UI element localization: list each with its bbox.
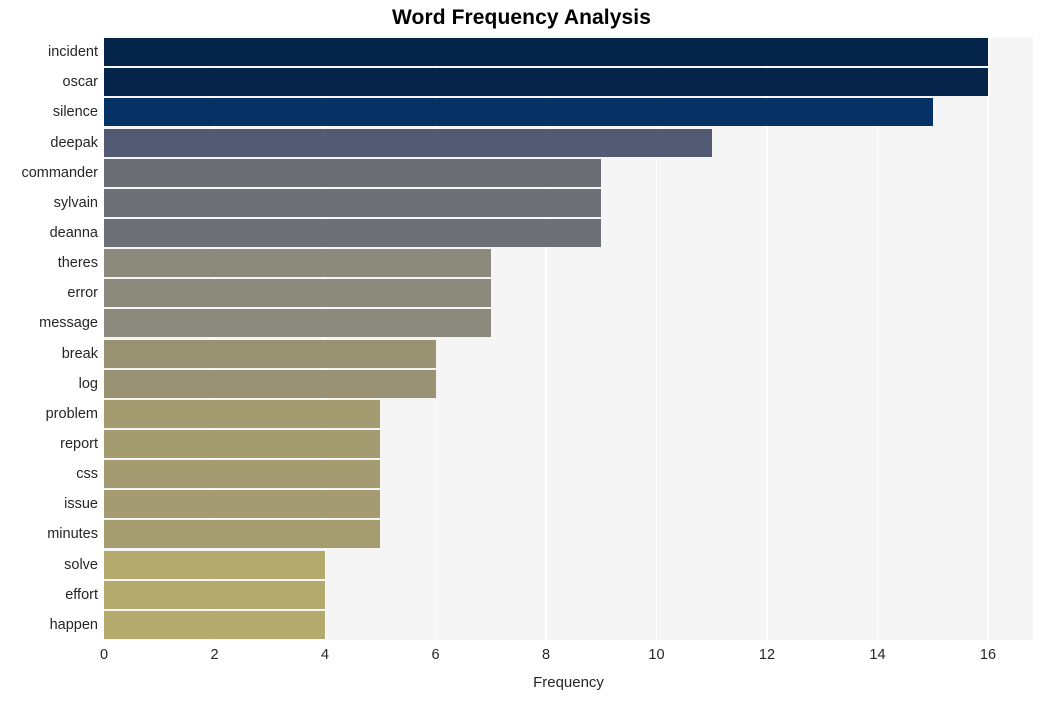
gridline-vertical [213, 37, 216, 640]
x-axis: 0 2 4 6 8 10 12 14 16 [0, 640, 1043, 670]
bar-row [104, 309, 1033, 338]
bar-row [104, 490, 1033, 519]
bar-row [104, 339, 1033, 368]
bar-row [104, 158, 1033, 187]
y-tick-label-effort: effort [65, 586, 98, 603]
gridline-vertical [434, 37, 437, 640]
x-tick-label-2: 2 [210, 647, 219, 663]
bar-row [104, 128, 1033, 157]
bar-deepak [104, 128, 712, 157]
y-tick-label-happen: happen [49, 616, 98, 633]
bar-deanna [104, 218, 602, 247]
gridline-vertical [876, 37, 879, 640]
y-tick-label-deanna: deanna [49, 224, 98, 241]
bar-row [104, 369, 1033, 398]
bar-error [104, 279, 491, 308]
y-tick-label-report: report [60, 436, 98, 453]
plot-area [104, 37, 1033, 640]
gridline-vertical [545, 37, 547, 640]
bar-row [104, 460, 1033, 489]
bar-message [104, 309, 491, 338]
bar-issue [104, 490, 381, 519]
y-tick-label-sylvain: sylvain [53, 194, 98, 211]
x-tick-label-6: 6 [431, 647, 440, 663]
x-tick-label-12: 12 [758, 647, 776, 663]
y-tick-label-log: log [78, 375, 98, 392]
gridline-vertical [324, 37, 326, 640]
bar-row [104, 550, 1033, 579]
bar-theres [104, 249, 491, 278]
bar-row [104, 580, 1033, 609]
bar-row [104, 399, 1033, 428]
bar-row [104, 38, 1033, 67]
bar-row [104, 430, 1033, 459]
bar-minutes [104, 520, 381, 549]
bar-row [104, 68, 1033, 97]
x-tick-label-4: 4 [320, 647, 330, 663]
bar-silence [104, 98, 933, 127]
y-tick-label-commander: commander [21, 164, 98, 181]
y-tick-label-issue: issue [64, 496, 98, 513]
chart-figure: Word Frequency Analysis incident oscar sil… [0, 0, 1043, 701]
bar-break [104, 339, 436, 368]
bar-css [104, 460, 381, 489]
y-tick-label-solve: solve [64, 556, 98, 573]
y-tick-label-break: break [61, 345, 98, 362]
x-tick-label-8: 8 [541, 647, 551, 663]
bar-row [104, 610, 1033, 639]
bar-row [104, 520, 1033, 549]
y-tick-label-error: error [67, 285, 98, 302]
page-title: Word Frequency Analysis [391, 6, 652, 29]
y-tick-label-theres: theres [57, 255, 98, 272]
y-tick-label-deepak: deepak [50, 134, 98, 151]
x-tick-label-16: 16 [979, 647, 997, 663]
bar-commander [104, 158, 602, 187]
y-tick-label-oscar: oscar [62, 74, 98, 91]
bar-oscar [104, 68, 988, 97]
y-axis: incident oscar silence deepak commander sylva… [0, 37, 98, 640]
bar-incident [104, 38, 988, 67]
x-tick-label-0: 0 [99, 647, 109, 663]
bar-effort [104, 580, 325, 609]
bar-row [104, 218, 1033, 247]
bar-row [104, 188, 1033, 217]
gridline-vertical [655, 37, 658, 640]
x-axis-label: Frequency [533, 674, 604, 691]
y-tick-label-minutes: minutes [47, 526, 98, 543]
bar-report [104, 430, 381, 459]
y-tick-label-problem: problem [45, 405, 98, 422]
bar-row [104, 98, 1033, 127]
y-tick-label-message: message [39, 315, 98, 332]
x-tick-label-10: 10 [648, 647, 665, 663]
x-tick-label-14: 14 [869, 647, 886, 663]
gridline-vertical [766, 37, 768, 640]
bar-row [104, 279, 1033, 308]
bar-log [104, 369, 436, 398]
y-tick-label-css: css [76, 466, 98, 483]
y-tick-label-incident: incident [48, 44, 98, 61]
bar-problem [104, 399, 381, 428]
bar-solve [104, 550, 325, 579]
y-tick-label-silence: silence [52, 104, 98, 121]
bar-row [104, 249, 1033, 278]
bar-sylvain [104, 188, 602, 217]
gridline-vertical [987, 37, 989, 640]
bar-happen [104, 610, 325, 639]
